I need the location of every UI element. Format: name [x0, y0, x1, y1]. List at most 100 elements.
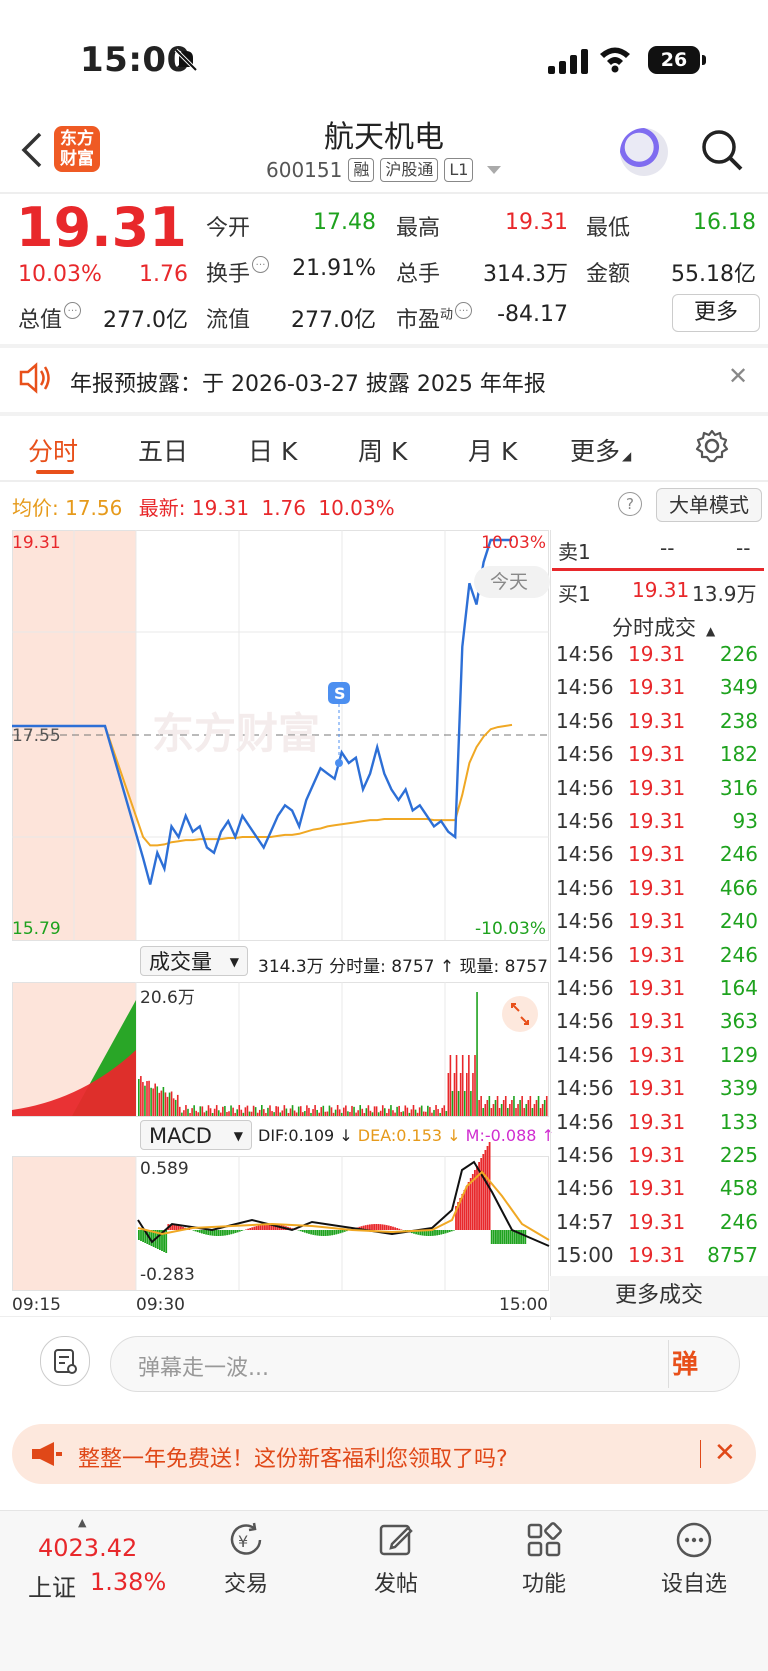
volume-bar [493, 1104, 495, 1116]
tick-row: 15:0019.318757 [556, 1243, 758, 1276]
ticks-title[interactable]: 分时成交▲ [612, 612, 715, 642]
volume-bar [146, 1081, 148, 1116]
tab-more[interactable]: 更多◢ [570, 432, 631, 468]
volume-bar [189, 1113, 191, 1116]
volume-bar [359, 1105, 361, 1116]
volume-bar [505, 1096, 507, 1116]
s-marker[interactable]: S [328, 682, 350, 767]
index-expand-icon[interactable]: ▲ [78, 1516, 86, 1529]
tick-row: 14:5619.31349 [556, 675, 758, 708]
notice-text[interactable]: 年报预披露：于 2026-03-27 披露 2025 年年报 [70, 366, 546, 398]
volume-bar [226, 1112, 228, 1116]
search-icon[interactable] [700, 128, 744, 176]
volume-bar [279, 1112, 281, 1116]
volume-indicator-select[interactable]: 成交量▼ [140, 946, 248, 976]
nav-trade[interactable]: ¥ 交易 [196, 1520, 296, 1598]
close-icon[interactable]: ✕ [714, 1438, 736, 1468]
tick-price: 19.31 [628, 1210, 685, 1234]
info-icon[interactable]: … [252, 256, 269, 273]
volume-bar [220, 1113, 222, 1116]
macd-bar [319, 1230, 321, 1236]
volume-bar [398, 1106, 400, 1116]
index-value[interactable]: 4023.42 [38, 1534, 137, 1562]
tick-row: 14:5619.31225 [556, 1143, 758, 1176]
volume-bar [400, 1112, 402, 1116]
low-label: 最低 [586, 210, 630, 242]
volume-bar [269, 1105, 271, 1116]
volume-bar [409, 1113, 411, 1116]
more-trades-button[interactable]: 更多成交 [550, 1276, 768, 1316]
volume-bar [402, 1111, 404, 1116]
x-label-close: 15:00 [499, 1295, 548, 1315]
volume-bar [183, 1110, 185, 1116]
stock-code-row[interactable]: 600151 融 沪股通 L1 [266, 158, 501, 182]
volume-bar [415, 1110, 417, 1116]
current-price: 19.31 [16, 196, 187, 259]
macd-bar [323, 1230, 325, 1236]
close-icon[interactable]: ✕ [728, 362, 748, 390]
volume-bar [335, 1110, 337, 1116]
tick-row: 14:5619.31246 [556, 943, 758, 976]
danmaku-placeholder: 弹幕走一波... [138, 1350, 269, 1382]
tag-hk-connect: 沪股通 [380, 158, 438, 182]
macd-bar [241, 1230, 243, 1231]
volume-bar [534, 1104, 536, 1116]
assistant-robot-icon[interactable] [620, 128, 668, 176]
separator [668, 1340, 669, 1388]
volume-bar [300, 1106, 302, 1116]
macd-bar [506, 1230, 508, 1244]
today-label: 今天 [490, 571, 528, 593]
volume-bar [159, 1093, 161, 1116]
volume-bar [140, 1076, 142, 1116]
volume-bar [421, 1106, 423, 1116]
nav-functions[interactable]: 功能 [494, 1520, 594, 1598]
volume-bar [472, 1073, 474, 1116]
tab-monthly-k[interactable]: 月 K [468, 432, 517, 468]
macd-bar [216, 1230, 218, 1236]
macd-bar [193, 1230, 195, 1231]
ref-label: 17.55 [12, 726, 61, 746]
tick-price: 19.31 [628, 1243, 685, 1267]
more-button[interactable]: 更多 [672, 294, 760, 332]
volume-bar [478, 1100, 480, 1116]
mcap-value: 277.0亿 [96, 302, 188, 334]
send-danmaku-button[interactable]: 弹 [672, 1344, 712, 1384]
volume-bar [460, 1073, 462, 1116]
volume-bar [431, 1113, 433, 1116]
tab-weekly-k[interactable]: 周 K [358, 432, 407, 468]
tick-price: 19.31 [628, 876, 685, 900]
macd-bar [260, 1225, 262, 1230]
volume-bar [208, 1105, 210, 1116]
volume-bar [532, 1108, 534, 1116]
help-icon[interactable]: ? [618, 492, 642, 516]
tick-volume: 349 [720, 675, 758, 699]
macd-indicator-select[interactable]: MACD▼ [140, 1120, 252, 1150]
volume-value: 314.3万 [470, 256, 568, 288]
y-max-label: 19.31 [12, 533, 61, 553]
macd-bar [373, 1224, 375, 1230]
info-icon[interactable]: … [64, 302, 81, 319]
macd-bar [256, 1226, 258, 1230]
volume-bar [470, 1091, 472, 1116]
tab-intraday[interactable]: 分时 [28, 432, 78, 468]
volume-bar [261, 1105, 263, 1116]
intraday-chart[interactable]: 东方财富 19.31 17.55 15.79 10.03% -10.03% 今天… [12, 530, 550, 1320]
big-order-mode-button[interactable]: 大单模式 [656, 488, 762, 522]
volume-bar [308, 1108, 310, 1116]
info-icon[interactable]: … [455, 302, 472, 319]
tab-five-day[interactable]: 五日 [138, 432, 188, 468]
high-label: 最高 [396, 210, 440, 242]
danmaku-settings-icon[interactable] [40, 1336, 90, 1386]
volume-bar [214, 1109, 216, 1116]
expand-icon[interactable] [502, 996, 538, 1032]
gear-icon[interactable] [694, 428, 730, 468]
macd-bar [140, 1230, 142, 1241]
macd-bar [314, 1230, 316, 1235]
nav-add-watchlist[interactable]: 设自选 [644, 1520, 744, 1598]
volume-bar [259, 1110, 261, 1116]
macd-bar [195, 1230, 197, 1231]
nav-post[interactable]: 发帖 [346, 1520, 446, 1598]
volume-bar [329, 1106, 331, 1116]
volume-bar [382, 1105, 384, 1116]
tab-daily-k[interactable]: 日 K [248, 432, 297, 468]
